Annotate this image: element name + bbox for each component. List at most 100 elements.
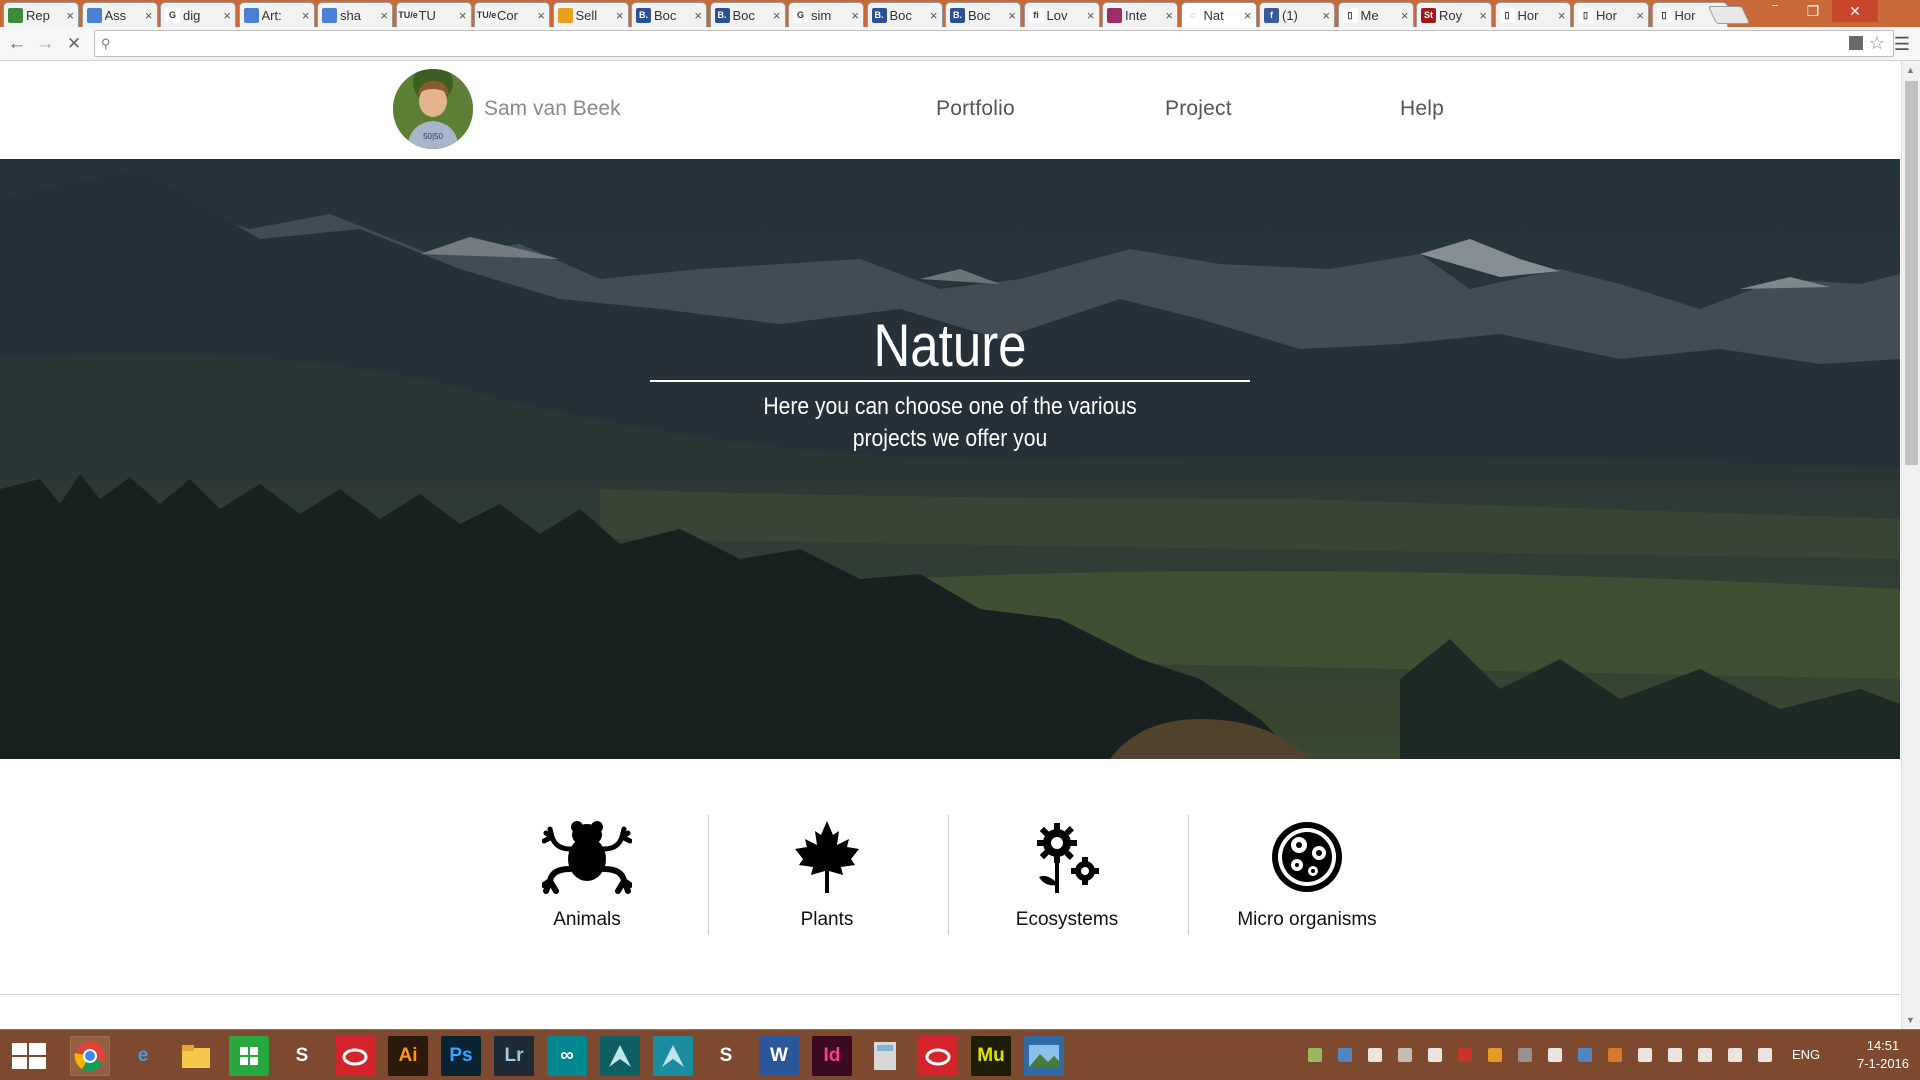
system-tray-icon[interactable] <box>1578 1048 1592 1062</box>
illustrator-icon[interactable]: Ai <box>388 1036 428 1076</box>
back-button[interactable]: ← <box>5 32 29 56</box>
tab-close-icon[interactable]: × <box>145 8 153 23</box>
tab-close-icon[interactable]: × <box>694 8 702 23</box>
tab-close-icon[interactable]: × <box>1401 8 1409 23</box>
system-tray-icon[interactable] <box>1338 1048 1352 1062</box>
browser-tab[interactable]: ◌ Nat × <box>1180 2 1257 27</box>
project-micro-organisms[interactable]: Micro organisms <box>1188 819 1426 939</box>
browser-tab[interactable]: B. Boc × <box>866 2 943 27</box>
photoshop-icon[interactable]: Ps <box>441 1036 481 1076</box>
nav-help[interactable]: Help <box>1400 97 1444 121</box>
page-scrollbar[interactable]: ▲ ▼ <box>1901 61 1920 1029</box>
system-tray-icon[interactable] <box>1308 1048 1322 1062</box>
skype-2-icon[interactable]: S <box>706 1036 746 1076</box>
tab-close-icon[interactable]: × <box>1322 8 1330 23</box>
tab-close-icon[interactable]: × <box>1244 8 1252 23</box>
windows-start-icon[interactable] <box>8 1042 50 1070</box>
browser-tab[interactable]: Rep × <box>3 2 79 27</box>
word-icon[interactable]: W <box>759 1036 799 1076</box>
tab-close-icon[interactable]: × <box>1558 8 1566 23</box>
tab-close-icon[interactable]: × <box>1087 8 1095 23</box>
system-tray-icon[interactable] <box>1368 1048 1382 1062</box>
file-explorer-icon[interactable] <box>176 1036 216 1076</box>
tab-close-icon[interactable]: × <box>1636 8 1644 23</box>
system-tray-icon[interactable] <box>1698 1048 1712 1062</box>
scrollbar-thumb[interactable] <box>1905 81 1918 465</box>
system-tray-icon[interactable] <box>1548 1048 1562 1062</box>
arduino-icon[interactable]: ∞ <box>547 1036 587 1076</box>
forward-button[interactable]: → <box>33 32 57 56</box>
indesign-icon[interactable]: Id <box>812 1036 852 1076</box>
new-tab-button[interactable] <box>1707 6 1751 24</box>
tab-close-icon[interactable]: × <box>1479 8 1487 23</box>
system-tray-icon[interactable] <box>1398 1048 1412 1062</box>
system-tray-icon[interactable] <box>1728 1048 1742 1062</box>
creative-cloud-2-icon[interactable] <box>918 1036 958 1076</box>
system-tray-icon[interactable] <box>1758 1048 1772 1062</box>
address-input[interactable] <box>121 34 1821 54</box>
nav-project[interactable]: Project <box>1165 97 1232 121</box>
browser-tab[interactable]: ▯Hor × <box>1573 2 1649 27</box>
tab-close-icon[interactable]: × <box>302 8 310 23</box>
system-tray-icon[interactable] <box>1488 1048 1502 1062</box>
tab-close-icon[interactable]: × <box>616 8 624 23</box>
browser-tab[interactable]: Gsim × <box>788 2 864 27</box>
language-indicator[interactable]: ENG <box>1792 1047 1820 1062</box>
stop-loading-button[interactable]: ✕ <box>62 32 86 56</box>
creative-cloud-icon[interactable] <box>335 1036 375 1076</box>
tab-close-icon[interactable]: × <box>459 8 467 23</box>
lightroom-icon[interactable]: Lr <box>494 1036 534 1076</box>
browser-tab[interactable]: fi Lov × <box>1023 2 1100 27</box>
tab-close-icon[interactable]: × <box>1165 8 1173 23</box>
tab-close-icon[interactable]: × <box>930 8 938 23</box>
scroll-up-icon[interactable]: ▲ <box>1906 65 1915 75</box>
browser-tab[interactable]: f (1) × <box>1259 2 1335 27</box>
bookmark-star-icon[interactable]: ☆ <box>1869 33 1885 54</box>
browser-tab[interactable]: B. Boc × <box>945 2 1021 27</box>
project-ecosystems[interactable]: Ecosystems <box>948 819 1186 939</box>
tab-close-icon[interactable]: × <box>851 8 859 23</box>
close-window-button[interactable]: ✕ <box>1832 0 1878 22</box>
browser-menu-icon[interactable]: ☰ <box>1894 34 1910 55</box>
scroll-down-icon[interactable]: ▼ <box>1906 1015 1915 1025</box>
site-name[interactable]: Sam van Beek <box>484 97 621 121</box>
browser-tab[interactable]: St Roy × <box>1416 2 1492 27</box>
browser-tab[interactable]: Ass × <box>81 2 158 27</box>
internet-explorer-icon[interactable]: e <box>123 1036 163 1076</box>
tab-close-icon[interactable]: × <box>223 8 231 23</box>
browser-tab[interactable]: Gdig × <box>160 2 236 27</box>
browser-tab[interactable]: B. Boc × <box>631 2 707 27</box>
maximize-button[interactable]: ❐ <box>1794 0 1832 22</box>
browser-tab[interactable]: Art: × <box>238 2 315 27</box>
browser-tab[interactable]: TU/e TU × <box>395 2 472 27</box>
tab-close-icon[interactable]: × <box>537 8 545 23</box>
tab-close-icon[interactable]: × <box>380 8 388 23</box>
address-bar[interactable]: ⚲ ☆ <box>94 30 1894 57</box>
tab-close-icon[interactable]: × <box>1008 8 1016 23</box>
calculator-icon[interactable] <box>865 1036 905 1076</box>
system-tray-icon[interactable] <box>1668 1048 1682 1062</box>
project-animals[interactable]: Animals <box>468 819 706 939</box>
system-tray-icon[interactable] <box>1518 1048 1532 1062</box>
browser-tab[interactable]: ▯Hor × <box>1494 2 1571 27</box>
maya-icon[interactable] <box>653 1036 693 1076</box>
browser-tab[interactable]: TU/e Cor × <box>474 2 550 27</box>
skype-icon[interactable]: S <box>282 1036 322 1076</box>
system-tray-icon[interactable] <box>1608 1048 1622 1062</box>
3ds-max-icon[interactable] <box>600 1036 640 1076</box>
clock-date[interactable]: 7-1-2016 <box>1845 1056 1920 1071</box>
chrome-icon[interactable] <box>70 1036 110 1076</box>
system-tray-icon[interactable] <box>1458 1048 1472 1062</box>
nav-portfolio[interactable]: Portfolio <box>936 97 1015 121</box>
browser-tab[interactable]: Inte × <box>1102 2 1178 27</box>
avatar[interactable]: 50|50 <box>393 69 473 149</box>
photos-icon[interactable] <box>1024 1036 1064 1076</box>
browser-tab[interactable]: B. Boc × <box>709 2 786 27</box>
tab-close-icon[interactable]: × <box>773 8 781 23</box>
browser-tab[interactable]: Sell × <box>552 2 629 27</box>
translate-icon[interactable] <box>1849 36 1863 50</box>
minimize-button[interactable]: ‾ <box>1756 0 1794 22</box>
system-tray-icon[interactable] <box>1428 1048 1442 1062</box>
store-icon[interactable] <box>229 1036 269 1076</box>
browser-tab[interactable]: ▯ Me × <box>1337 2 1414 27</box>
